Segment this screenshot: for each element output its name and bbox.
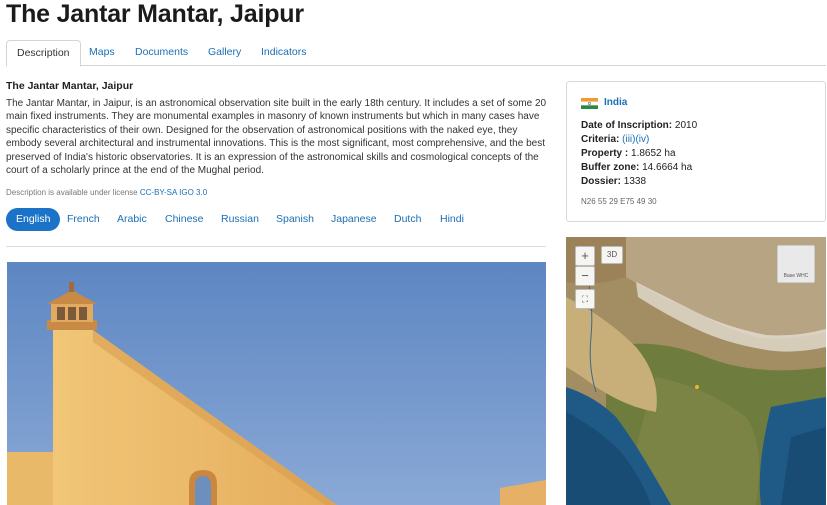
- dossier-label: Dossier:: [581, 176, 622, 187]
- country-name[interactable]: India: [604, 97, 627, 108]
- lang-russian[interactable]: Russian: [221, 208, 259, 231]
- license-note: Description is available under license C…: [6, 188, 207, 197]
- date-value: 2010: [674, 120, 698, 131]
- page-title: The Jantar Mantar, Jaipur: [6, 0, 304, 28]
- fullscreen-button[interactable]: ⛶: [575, 289, 595, 309]
- coordinates: N26 55 29 E75 49 30: [581, 197, 657, 206]
- date-label: Date of Inscription:: [581, 120, 673, 131]
- tab-description[interactable]: Description: [6, 40, 81, 67]
- basemap-switcher[interactable]: Base WHC: [777, 245, 815, 283]
- buffer-value: 14.6664 ha: [642, 162, 693, 173]
- property-area: Property : 1.8652 ha: [581, 148, 676, 159]
- lang-japanese[interactable]: Japanese: [331, 208, 377, 231]
- buffer-label: Buffer zone:: [581, 162, 640, 173]
- license-link[interactable]: CC-BY-SA IGO 3.0: [140, 188, 207, 197]
- criteria-link[interactable]: (iii)(iv): [622, 134, 649, 145]
- license-prefix: Description is available under license: [6, 188, 138, 197]
- property-label: Property :: [581, 148, 629, 159]
- criteria: Criteria: (iii)(iv): [581, 134, 649, 145]
- tab-bar: Description Maps Documents Gallery Indic…: [6, 40, 826, 67]
- zoom-out-button[interactable]: −: [575, 266, 595, 286]
- buffer-zone: Buffer zone: 14.6664 ha: [581, 162, 692, 173]
- section-divider: [6, 246, 546, 247]
- lang-chinese[interactable]: Chinese: [165, 208, 204, 231]
- basemap-label: Base WHC: [783, 273, 809, 279]
- tab-gallery[interactable]: Gallery: [198, 40, 251, 66]
- site-map[interactable]: + − ⛶ 3D Base WHC: [566, 237, 826, 505]
- description-body: The Jantar Mantar, in Jaipur, is an astr…: [6, 98, 547, 177]
- fullscreen-icon: ⛶: [581, 294, 589, 304]
- tab-maps[interactable]: Maps: [79, 40, 125, 66]
- property-value: 1.8652 ha: [631, 148, 676, 159]
- toggle-3d-button[interactable]: 3D: [601, 246, 623, 264]
- dossier-value: 1338: [623, 176, 647, 187]
- lang-dutch[interactable]: Dutch: [394, 208, 421, 231]
- lang-french[interactable]: French: [67, 208, 100, 231]
- site-info-card: India Date of Inscription: 2010 Criteria…: [566, 81, 826, 222]
- language-selector: English French Arabic Chinese Russian Sp…: [6, 208, 546, 232]
- india-flag-icon: [581, 98, 598, 109]
- tab-indicators[interactable]: Indicators: [251, 40, 317, 66]
- lang-arabic[interactable]: Arabic: [117, 208, 147, 231]
- date-of-inscription: Date of Inscription: 2010: [581, 120, 697, 131]
- zoom-in-button[interactable]: +: [575, 246, 595, 266]
- tab-documents[interactable]: Documents: [125, 40, 198, 66]
- jantar-mantar-illustration: [7, 262, 546, 505]
- lang-hindi[interactable]: Hindi: [440, 208, 464, 231]
- site-photo[interactable]: [7, 262, 546, 505]
- site-marker[interactable]: [695, 385, 699, 389]
- lang-english[interactable]: English: [6, 208, 61, 231]
- description-heading: The Jantar Mantar, Jaipur: [6, 80, 134, 92]
- dossier: Dossier: 1338: [581, 176, 646, 187]
- lang-spanish[interactable]: Spanish: [276, 208, 314, 231]
- criteria-label: Criteria:: [581, 134, 620, 145]
